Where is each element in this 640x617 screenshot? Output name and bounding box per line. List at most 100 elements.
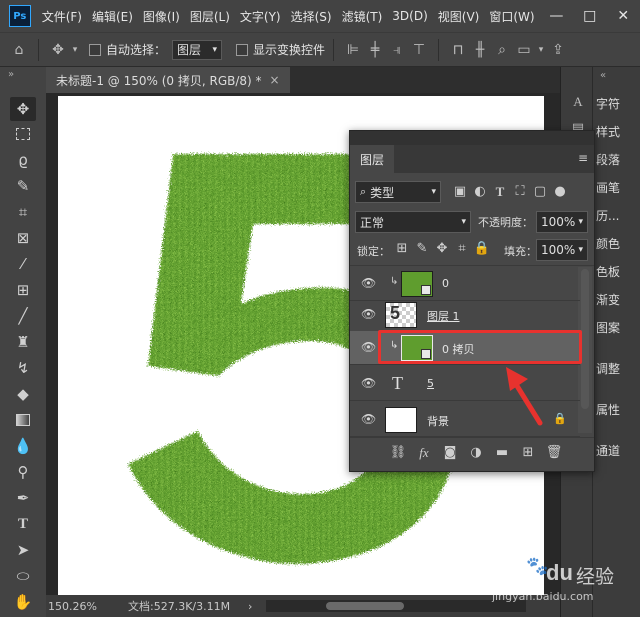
panel-adjustments[interactable]: 调整 <box>596 360 636 377</box>
minimize-button[interactable]: — <box>540 8 573 24</box>
menu-layer[interactable]: 图层(L) <box>185 8 235 25</box>
visibility-eye-icon[interactable]: 👁 <box>361 341 376 353</box>
auto-select-dropdown[interactable]: 图层 ▾ <box>172 39 223 60</box>
eraser-tool-icon[interactable]: ◆ <box>10 382 36 406</box>
blend-mode-dropdown[interactable]: 正常 ▾ <box>355 211 471 233</box>
panel-menu-icon[interactable]: ≡ <box>578 151 588 165</box>
align-center-icon[interactable]: ╪ <box>364 42 386 58</box>
quick-select-tool-icon[interactable]: ✎ <box>10 174 36 198</box>
menu-type[interactable]: 文字(Y) <box>235 8 286 25</box>
fill-input[interactable]: 100% ▾ <box>536 239 588 261</box>
distribute-icon[interactable]: ⊓ <box>447 42 469 58</box>
panel-history[interactable]: 历... <box>596 207 636 224</box>
clone-stamp-tool-icon[interactable]: ♜ <box>10 330 36 354</box>
home-icon[interactable]: ⌂ <box>8 42 30 58</box>
panel-gradients[interactable]: 渐变 <box>596 291 636 308</box>
filter-pixel-icon[interactable]: ▣ <box>450 184 470 200</box>
filter-type-icon[interactable]: T <box>490 184 510 200</box>
menu-image[interactable]: 图像(I) <box>138 8 185 25</box>
new-group-icon[interactable]: ▬ <box>492 445 512 461</box>
zoom-level[interactable]: 150.26% <box>48 600 112 613</box>
filter-smart-object-icon[interactable]: ▢ <box>530 184 550 200</box>
chevron-down-icon[interactable]: ▾ <box>535 45 547 55</box>
panel-properties[interactable]: 属性 <box>596 401 636 418</box>
align-top-icon[interactable]: ⊤ <box>408 42 430 58</box>
lasso-tool-icon[interactable]: ϱ <box>10 148 36 172</box>
menu-edit[interactable]: 编辑(E) <box>87 8 138 25</box>
search-icon[interactable]: ⌕ <box>491 42 513 58</box>
adjustment-layer-icon[interactable]: ◑ <box>466 445 486 461</box>
link-layers-icon[interactable]: ⛓ <box>388 445 408 461</box>
filter-kind-dropdown[interactable]: ⌕ 类型 ▾ <box>355 181 441 203</box>
pen-tool-icon[interactable]: ✒ <box>10 486 36 510</box>
scrollbar-thumb[interactable] <box>581 269 589 409</box>
tools-collapse-icon[interactable]: » <box>8 69 14 80</box>
maximize-button[interactable]: □ <box>573 8 606 24</box>
shape-tool-icon[interactable]: ⬭ <box>10 564 36 588</box>
opacity-input[interactable]: 100% ▾ <box>536 211 588 233</box>
fx-icon[interactable]: fx <box>414 445 434 461</box>
align-left-icon[interactable]: ⊫ <box>342 42 364 58</box>
hand-tool-icon[interactable]: ✋ <box>10 590 36 614</box>
distribute-center-icon[interactable]: ╫ <box>469 42 491 58</box>
character-icon[interactable]: A <box>569 94 587 110</box>
panel-styles[interactable]: 样式 <box>596 123 636 140</box>
layer-name[interactable]: 图层 1 <box>427 308 460 324</box>
visibility-eye-icon[interactable]: 👁 <box>361 413 376 425</box>
tab-layers[interactable]: 图层 <box>350 145 395 173</box>
panels-expand-icon[interactable]: « <box>600 70 606 81</box>
layer-name[interactable]: 5 <box>427 377 434 390</box>
visibility-eye-icon[interactable]: 👁 <box>361 277 376 289</box>
dodge-tool-icon[interactable]: ⚲ <box>10 460 36 484</box>
history-brush-tool-icon[interactable]: ↯ <box>10 356 36 380</box>
filter-toggle-icon[interactable]: ● <box>550 184 570 200</box>
filter-shape-icon[interactable]: ⛶ <box>510 184 530 200</box>
lock-transparency-icon[interactable]: ⊞ <box>392 241 412 256</box>
horizontal-scrollbar[interactable] <box>266 600 527 612</box>
blur-tool-icon[interactable]: 💧 <box>10 434 36 458</box>
lock-all-icon[interactable]: 🔒 <box>472 241 492 256</box>
close-button[interactable]: ✕ <box>607 8 640 24</box>
layer-name[interactable]: 背景 <box>427 413 449 429</box>
lock-position-icon[interactable]: ✥ <box>432 241 452 256</box>
filter-adjustment-icon[interactable]: ◐ <box>470 184 490 200</box>
brush-tool-icon[interactable]: ╱ <box>10 304 36 328</box>
panel-grip[interactable] <box>350 131 594 145</box>
close-tab-icon[interactable]: × <box>270 73 280 87</box>
move-tool-icon[interactable]: ✥ <box>10 97 36 121</box>
align-right-icon[interactable]: ⫣ <box>386 42 408 58</box>
panel-swatches[interactable]: 色板 <box>596 263 636 280</box>
scrollbar-thumb[interactable] <box>326 602 405 610</box>
panel-paragraph[interactable]: 段落 <box>596 151 636 168</box>
panel-color[interactable]: 颜色 <box>596 235 636 252</box>
menu-select[interactable]: 选择(S) <box>286 8 337 25</box>
panel-brushes[interactable]: 画笔 <box>596 179 636 196</box>
lock-pixels-icon[interactable]: ✎ <box>412 241 432 256</box>
document-tab[interactable]: 未标题-1 @ 150% (0 拷贝, RGB/8) * × <box>46 67 290 93</box>
panel-channels[interactable]: 通道 <box>596 442 636 459</box>
workspace-icon[interactable]: ▭ <box>513 42 535 58</box>
eyedropper-tool-icon[interactable]: ⁄ <box>10 252 36 276</box>
gradient-tool-icon[interactable] <box>10 408 36 432</box>
path-select-tool-icon[interactable]: ➤ <box>10 538 36 562</box>
visibility-eye-icon[interactable]: 👁 <box>361 308 376 320</box>
healing-brush-tool-icon[interactable]: ⊞ <box>10 278 36 302</box>
new-layer-icon[interactable]: ⊞ <box>518 445 538 461</box>
menu-view[interactable]: 视图(V) <box>433 8 485 25</box>
auto-select-checkbox[interactable] <box>89 43 101 56</box>
panel-patterns[interactable]: 图案 <box>596 319 636 336</box>
share-icon[interactable]: ⇪ <box>547 42 569 58</box>
panel-character[interactable]: 字符 <box>596 95 636 112</box>
status-menu-arrow[interactable]: › <box>248 600 252 613</box>
menu-filter[interactable]: 滤镜(T) <box>337 8 388 25</box>
visibility-eye-icon[interactable]: 👁 <box>361 377 376 389</box>
menu-3d[interactable]: 3D(D) <box>387 9 432 23</box>
marquee-tool-icon[interactable] <box>10 122 36 146</box>
chevron-down-icon[interactable]: ▾ <box>69 45 81 55</box>
trash-icon[interactable]: 🗑 <box>544 445 564 461</box>
frame-tool-icon[interactable]: ⊠ <box>10 226 36 250</box>
show-transform-checkbox[interactable] <box>236 43 249 56</box>
move-tool-icon[interactable]: ✥ <box>47 42 69 58</box>
add-mask-icon[interactable]: ◙ <box>440 445 460 461</box>
layer-row[interactable]: 👁 ↳ 0 <box>350 267 580 301</box>
